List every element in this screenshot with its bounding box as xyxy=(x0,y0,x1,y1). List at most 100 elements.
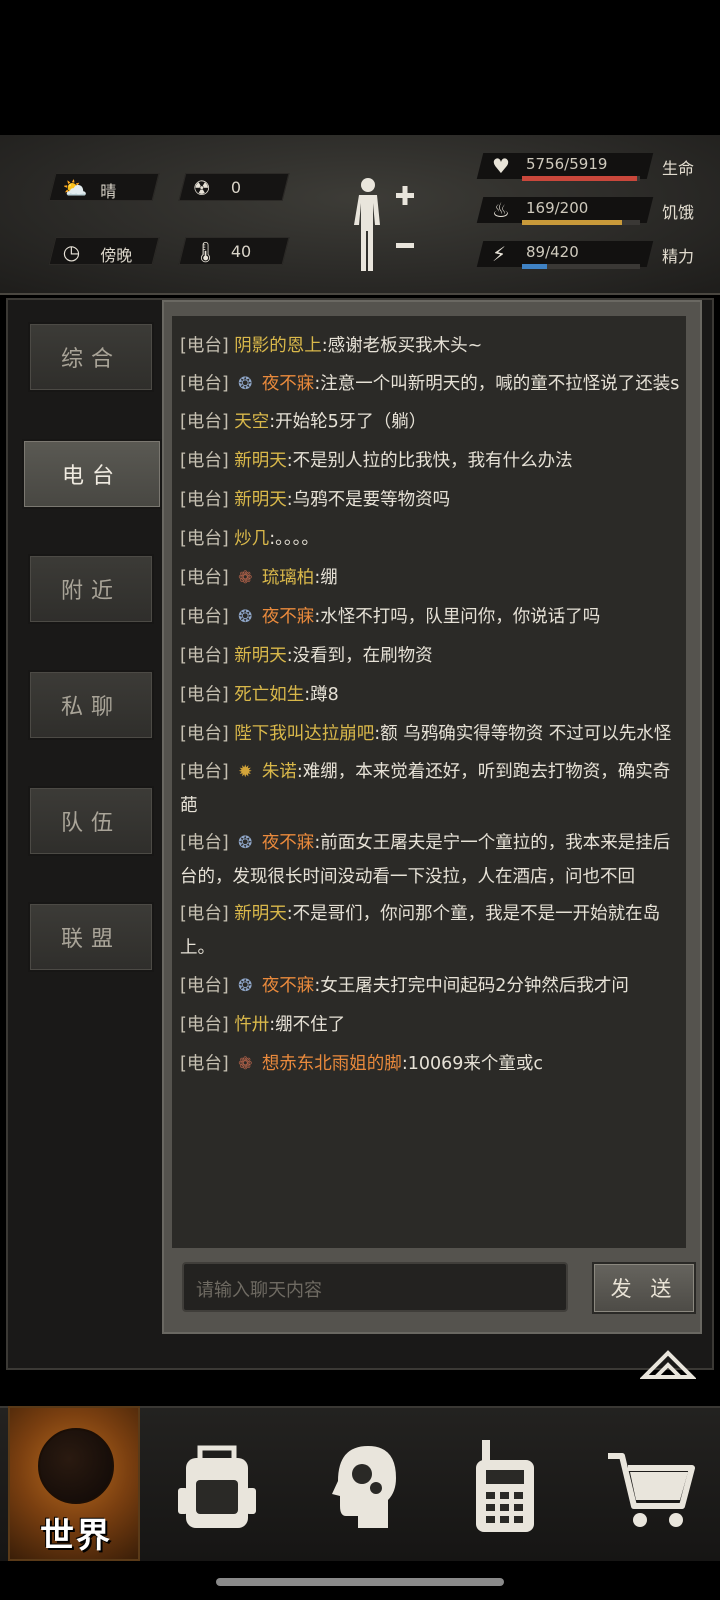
chat-message: [电台] ❂ 夜不寐:女王屠夫打完中间起码2分钟然后我才问 xyxy=(180,968,682,1004)
chat-message: [电台] ❁ 琉璃柏:绷 xyxy=(180,560,682,596)
collapse-up-icon[interactable] xyxy=(640,1345,696,1385)
energy-bar xyxy=(522,264,640,269)
chat-message: [电台] ❂ 夜不寐:注意一个叫新明天的，喊的童不拉怪说了还装s xyxy=(180,367,682,401)
channel-tag: [电台] xyxy=(180,568,229,588)
status-bar: ⛅ 晴 ☢ 0 ◷ 傍晚 🌡 40 ♥ 5756/5919 生命 ♨ 169/2… xyxy=(0,135,720,295)
sender-name[interactable]: 夜不寐 xyxy=(262,374,315,394)
clock-icon: ◷ xyxy=(62,240,81,264)
tab-general[interactable]: 综合 xyxy=(28,322,154,392)
sender-name[interactable]: 炒几 xyxy=(234,529,269,549)
message-text: :绷 xyxy=(314,568,338,588)
sender-name[interactable]: 阴影的恩上 xyxy=(234,336,322,356)
radio-icon[interactable] xyxy=(460,1436,550,1536)
cart-icon[interactable] xyxy=(606,1436,696,1536)
temperature-value: 40 xyxy=(230,242,252,261)
chat-message: [电台] 阴影的恩上:感谢老板买我木头~ xyxy=(180,328,682,364)
chat-log[interactable]: [电台] 阴影的恩上:感谢老板买我木头~ [电台] ❂ 夜不寐:注意一个叫新明天的… xyxy=(172,316,686,1248)
weather-label: 晴 xyxy=(100,182,117,201)
channel-tag: [电台] xyxy=(180,451,229,471)
message-text: :额 乌鸦确实得等物资 不过可以先水怪 xyxy=(374,724,672,744)
stomach-icon: ♨ xyxy=(492,198,510,222)
tab-nearby[interactable]: 附近 xyxy=(28,554,154,624)
chat-message: [电台] 新明天:乌鸦不是要等物资吗 xyxy=(180,482,682,518)
chat-input[interactable]: 请输入聊天内容 xyxy=(182,1262,568,1312)
sender-name[interactable]: 想赤东北雨姐的脚 xyxy=(262,1054,402,1074)
message-text: :蹲8 xyxy=(304,685,339,705)
blue-crest-icon: ❂ xyxy=(238,607,253,627)
channel-tag: [电台] xyxy=(180,646,229,666)
globe-icon xyxy=(38,1428,114,1504)
sender-name[interactable]: 陛下我叫达拉崩吧 xyxy=(234,724,374,744)
chat-message: [电台] 死亡如生:蹲8 xyxy=(180,677,682,713)
sender-name[interactable]: 天空 xyxy=(234,412,269,432)
sender-name[interactable]: 死亡如生 xyxy=(234,685,304,705)
chat-message: [电台] ❁ 想赤东北雨姐的脚:10069来个童或c xyxy=(180,1046,682,1082)
sender-name[interactable]: 夜不寐 xyxy=(262,607,315,627)
channel-tag: [电台] xyxy=(180,724,229,744)
tab-alliance[interactable]: 联盟 xyxy=(28,902,154,972)
sender-name[interactable]: 新明天 xyxy=(234,451,287,471)
message-text: :乌鸦不是要等物资吗 xyxy=(286,490,451,510)
channel-tag: [电台] xyxy=(180,833,229,853)
message-text: :不是别人拉的比我快，我有什么办法 xyxy=(286,451,573,471)
send-button[interactable]: 发 送 xyxy=(592,1262,696,1314)
time-label: 傍晚 xyxy=(100,246,133,265)
nav-world[interactable]: 世界 xyxy=(8,1406,140,1561)
message-text: :女王屠夫打完中间起码2分钟然后我才问 xyxy=(314,976,629,996)
sender-name[interactable]: 新明天 xyxy=(234,490,287,510)
energy-stat: ⚡ 89/420 精力 xyxy=(476,239,710,269)
sender-name[interactable]: 夜不寐 xyxy=(262,833,315,853)
energy-value: 89/420 xyxy=(526,243,579,261)
temperature-indicator: 🌡 40 xyxy=(178,237,290,265)
message-text: :感谢老板买我木头~ xyxy=(321,336,483,356)
channel-tag: [电台] xyxy=(180,976,229,996)
chat-message: [电台] 炒几:。。。。 xyxy=(180,521,682,557)
body-status-button[interactable] xyxy=(350,175,420,275)
channel-tag: [电台] xyxy=(180,374,229,394)
weather-indicator: ⛅ 晴 xyxy=(48,173,160,201)
message-text: :开始轮5牙了（躺） xyxy=(269,412,427,432)
chat-message: [电台] 新明天:没看到，在刷物资 xyxy=(180,638,682,674)
health-bar xyxy=(522,176,640,181)
channel-tag: [电台] xyxy=(180,1054,229,1074)
chat-message: [电台] 忤卅:绷不住了 xyxy=(180,1007,682,1043)
body-figure-icon xyxy=(354,178,414,271)
channel-tag: [电台] xyxy=(180,904,229,924)
message-text: :没看到，在刷物资 xyxy=(286,646,433,666)
time-indicator: ◷ 傍晚 xyxy=(48,237,160,265)
tab-team[interactable]: 队伍 xyxy=(28,786,154,856)
message-text: :。。。。 xyxy=(269,529,319,549)
hunger-stat: ♨ 169/200 饥饿 xyxy=(476,195,710,225)
lightning-icon: ⚡ xyxy=(492,242,507,266)
backpack-icon[interactable] xyxy=(172,1436,262,1536)
tab-radio[interactable]: 电台 xyxy=(22,439,162,509)
tab-private[interactable]: 私聊 xyxy=(28,670,154,740)
chat-message: [电台] 新明天:不是别人拉的比我快，我有什么办法 xyxy=(180,443,682,479)
hunger-bar xyxy=(522,220,640,225)
radiation-icon: ☢ xyxy=(192,176,211,200)
channel-tag: [电台] xyxy=(180,607,229,627)
chat-message: [电台] 天空:开始轮5牙了（躺） xyxy=(180,404,682,440)
message-text: :注意一个叫新明天的，喊的童不拉怪说了还装s xyxy=(314,374,680,394)
sender-name[interactable]: 新明天 xyxy=(234,904,287,924)
sender-name[interactable]: 朱诺 xyxy=(262,762,297,782)
cloudy-sun-icon: ⛅ xyxy=(62,176,88,200)
blue-crest-icon: ❂ xyxy=(238,833,253,853)
sender-name[interactable]: 夜不寐 xyxy=(262,976,315,996)
channel-tag: [电台] xyxy=(180,490,229,510)
sender-name[interactable]: 琉璃柏 xyxy=(262,568,315,588)
sender-name[interactable]: 忤卅 xyxy=(234,1015,269,1035)
message-text: :10069来个童或c xyxy=(401,1054,543,1074)
energy-label: 精力 xyxy=(662,247,695,266)
home-indicator[interactable] xyxy=(216,1578,504,1586)
channel-tag: [电台] xyxy=(180,1015,229,1035)
chat-message: [电台] ❂ 夜不寐:水怪不打吗，队里问你，你说话了吗 xyxy=(180,599,682,635)
bronze-crest-icon: ❁ xyxy=(238,568,253,588)
channel-tag: [电台] xyxy=(180,529,229,549)
sender-name[interactable]: 新明天 xyxy=(234,646,287,666)
health-stat: ♥ 5756/5919 生命 xyxy=(476,151,710,181)
heart-icon: ♥ xyxy=(492,154,510,178)
radiation-value: 0 xyxy=(230,178,242,197)
blue-crest-icon: ❂ xyxy=(238,976,253,996)
skills-head-icon[interactable] xyxy=(318,1436,408,1536)
